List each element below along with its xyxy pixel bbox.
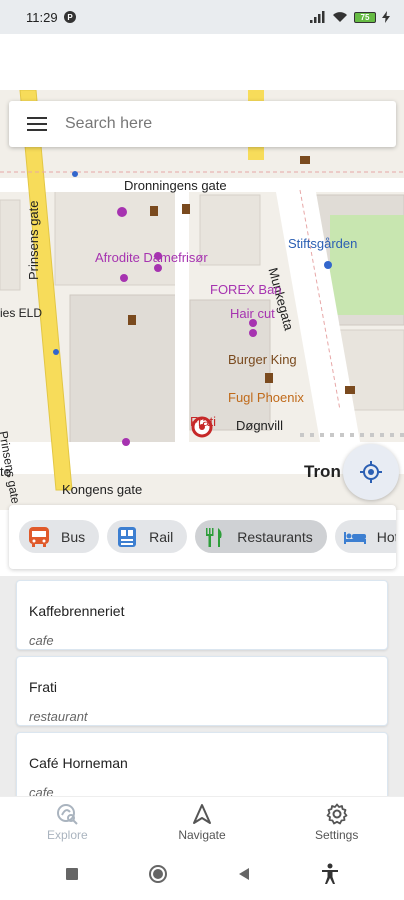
street-label: Kongens gate <box>62 482 143 497</box>
battery-icon: 75 <box>354 11 376 23</box>
category-chip-hotel[interactable]: Hotel <box>334 520 396 553</box>
nav-label: Settings <box>315 828 359 842</box>
rail-icon <box>115 525 139 549</box>
navigate-icon <box>193 804 211 824</box>
search-input[interactable] <box>65 115 365 133</box>
nav-label: Navigate <box>178 828 226 842</box>
charging-icon <box>382 11 390 23</box>
category-panel: Bus Rail Restaurants Hotel <box>9 505 396 569</box>
street-label: te <box>0 464 11 479</box>
status-right: 75 <box>310 11 390 23</box>
my-location-button[interactable] <box>343 444 399 500</box>
street-label: Prinsens gate <box>26 200 41 281</box>
bus-icon <box>27 525 51 549</box>
poi-label: Stiftsgården <box>288 236 358 251</box>
crosshair-icon <box>360 461 382 483</box>
result-item[interactable]: Frati restaurant <box>16 656 388 726</box>
result-name: Kaffebrenneriet <box>29 603 125 619</box>
category-chips: Bus Rail Restaurants Hotel <box>9 505 396 553</box>
search-bar[interactable] <box>9 101 396 147</box>
poi-label: Hair cut <box>230 306 275 321</box>
bed-icon <box>343 525 367 549</box>
result-type: cafe <box>29 633 54 648</box>
map-view[interactable]: Dronningens gate Prinsens gate Prinsens … <box>0 90 404 510</box>
status-bar: 11:29 P 75 <box>0 0 404 34</box>
category-chip-rail[interactable]: Rail <box>107 520 188 553</box>
result-name: Café Horneman <box>29 755 128 771</box>
place-label: Tron <box>304 462 341 481</box>
status-time: 11:29 <box>26 9 58 25</box>
battery-level: 75 <box>360 12 370 22</box>
poi-label: Frati <box>190 414 216 429</box>
svg-text:P: P <box>67 13 73 22</box>
home-icon[interactable] <box>148 864 168 884</box>
result-item[interactable]: Kaffebrenneriet cafe <box>16 580 388 650</box>
chip-label: Hotel <box>376 528 396 545</box>
results-list[interactable]: Kaffebrenneriet cafe Frati restaurant Ca… <box>0 576 404 796</box>
signal-icon <box>310 11 325 23</box>
poi-label: Afrodite Damefrisør <box>95 250 208 265</box>
result-item[interactable]: Café Horneman cafe <box>16 732 388 796</box>
nav-explore[interactable]: Explore <box>0 797 135 848</box>
fork-knife-icon <box>203 525 227 549</box>
street-label: ies ELD <box>0 306 43 320</box>
p-icon: P <box>63 11 76 23</box>
nav-label: Explore <box>46 828 88 842</box>
result-name: Frati <box>29 679 57 695</box>
status-left: 11:29 P <box>26 10 76 25</box>
map-canvas <box>0 90 404 510</box>
chip-label: Bus <box>61 528 86 545</box>
chip-label: Restaurants <box>237 528 313 545</box>
nav-settings[interactable]: Settings <box>269 797 404 848</box>
category-chip-restaurants[interactable]: Restaurants <box>195 520 327 553</box>
poi-label: FOREX Ban <box>210 282 282 297</box>
nav-navigate[interactable]: Navigate <box>135 797 270 848</box>
category-chip-bus[interactable]: Bus <box>19 520 100 553</box>
bottom-nav: Explore Navigate Settings <box>0 796 404 848</box>
result-type: cafe <box>29 785 54 796</box>
menu-icon[interactable] <box>9 101 65 147</box>
chip-label: Rail <box>149 528 174 545</box>
wifi-icon <box>333 12 347 22</box>
back-icon[interactable] <box>237 867 251 881</box>
poi-label: Burger King <box>228 352 297 367</box>
result-type: restaurant <box>29 709 88 724</box>
accessibility-icon[interactable] <box>320 863 340 885</box>
poi-label: Døgnvill <box>236 418 283 433</box>
poi-label: Fugl Phoenix <box>228 390 304 405</box>
system-nav-bar <box>0 848 404 900</box>
recents-icon[interactable] <box>65 867 79 881</box>
gear-icon <box>326 803 348 825</box>
street-label: Dronningens gate <box>124 178 227 193</box>
explore-icon <box>57 804 79 825</box>
